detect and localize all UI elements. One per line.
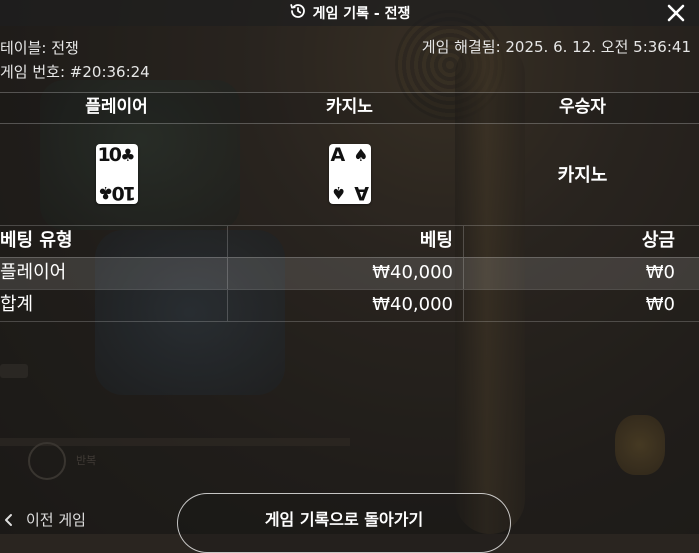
table-label: 테이블: 전쟁 xyxy=(0,39,79,57)
previous-game-label: 이전 게임 xyxy=(26,511,86,529)
card-rank: 10 xyxy=(113,182,136,204)
result-header-player: 플레이어 xyxy=(85,97,148,117)
chevron-left-icon xyxy=(5,513,12,526)
back-to-history-button[interactable]: 게임 기록으로 돌아가기 xyxy=(177,493,511,553)
resolved-time: 게임 해결됨: 2025. 6. 12. 오전 5:36:41 xyxy=(421,38,691,56)
payout-cell: ₩0 xyxy=(645,262,675,283)
payout-cell: ₩0 xyxy=(645,294,675,315)
bets-table: 베팅 유형 베팅 상금 플레이어 ₩40,000 ₩0 합계 ₩40,000 ₩… xyxy=(0,225,699,322)
bet-type-cell: 합계 xyxy=(0,290,228,321)
page-title: 게임 기록 - 전쟁 xyxy=(312,6,411,22)
result-row: 10 ♣ 10 ♣ A ♠ A ♠ 카지노 xyxy=(0,123,699,225)
header-bet: 베팅 xyxy=(228,226,464,257)
game-info: 테이블: 전쟁 게임 번호: #20:36:24 xyxy=(0,36,150,84)
player-card: 10 ♣ 10 ♣ xyxy=(95,144,138,204)
title-bar: 게임 기록 - 전쟁 xyxy=(0,0,699,26)
card-suit: ♠ xyxy=(330,182,346,202)
table-row: 합계 ₩40,000 ₩0 xyxy=(0,289,699,321)
divider xyxy=(0,321,699,322)
game-number: 게임 번호: #20:36:24 xyxy=(0,63,150,81)
history-icon xyxy=(289,2,307,24)
result-header-casino: 카지노 xyxy=(326,97,373,117)
casino-card: A ♠ A ♠ xyxy=(328,144,371,204)
bets-header-row: 베팅 유형 베팅 상금 xyxy=(0,225,699,257)
previous-game-button[interactable]: 이전 게임 xyxy=(4,509,86,530)
card-rank: A xyxy=(355,182,369,204)
winner-label: 카지노 xyxy=(557,165,608,186)
close-icon xyxy=(667,4,685,22)
bet-amount-cell: ₩40,000 xyxy=(228,258,464,289)
bet-type-cell: 플레이어 xyxy=(0,258,228,289)
result-header: 플레이어 카지노 우승자 xyxy=(0,92,699,124)
header-payout: 상금 xyxy=(641,230,675,251)
result-header-winner: 우승자 xyxy=(559,97,606,117)
table-row: 플레이어 ₩40,000 ₩0 xyxy=(0,257,699,289)
close-button[interactable] xyxy=(665,2,687,24)
card-suit: ♣ xyxy=(97,182,113,202)
header-bet-type: 베팅 유형 xyxy=(0,226,228,257)
bet-amount-cell: ₩40,000 xyxy=(228,290,464,321)
